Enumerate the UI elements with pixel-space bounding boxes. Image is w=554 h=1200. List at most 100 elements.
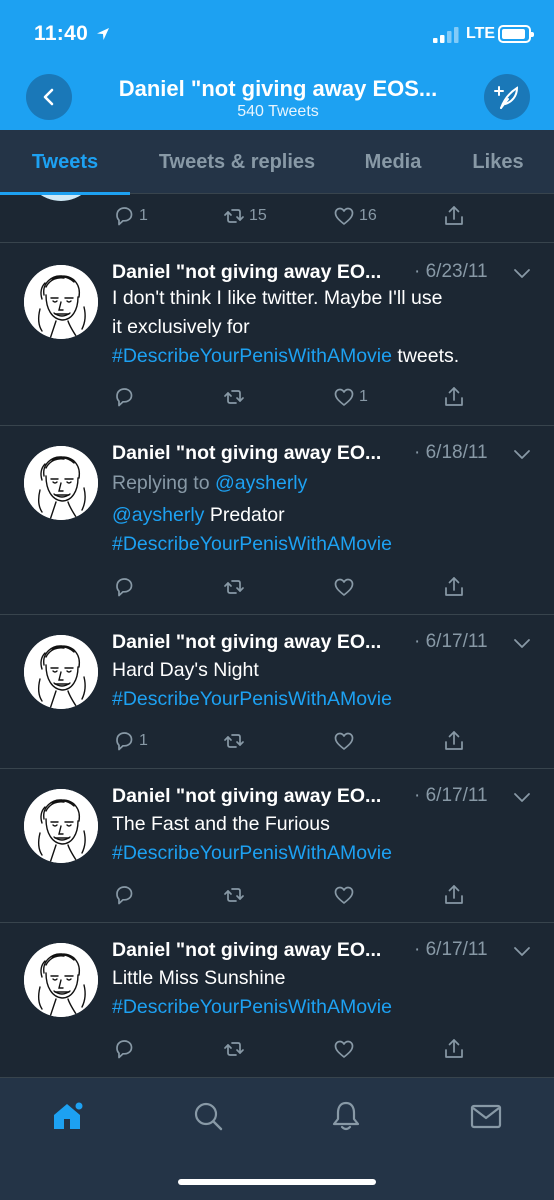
reply-icon <box>112 1037 136 1061</box>
share-icon <box>442 729 466 753</box>
tweet-date: · 6/23/11 <box>414 261 488 282</box>
reply-count: 1 <box>139 732 148 749</box>
share-button[interactable] <box>442 203 466 229</box>
reply-button[interactable] <box>112 1036 139 1062</box>
tweet-item[interactable]: Daniel "not giving away EO... · 6/18/11 … <box>0 426 554 615</box>
nav-notifications[interactable] <box>326 1096 366 1136</box>
tweet-text-body: The Fast and the Furious <box>112 813 330 835</box>
like-button[interactable] <box>332 1036 359 1062</box>
hashtag-link[interactable]: #DescribeYourPenisWithAMovie <box>112 345 392 367</box>
share-button[interactable] <box>442 728 466 754</box>
retweet-icon <box>222 1037 246 1061</box>
back-button[interactable] <box>26 74 72 120</box>
retweet-icon <box>222 204 246 228</box>
chevron-down-icon[interactable] <box>512 637 532 651</box>
avatar[interactable] <box>24 195 98 201</box>
retweet-button[interactable] <box>222 574 249 600</box>
share-icon <box>442 204 466 228</box>
tweet-item[interactable]: Daniel "not giving away EO... · 6/23/11 … <box>0 243 554 426</box>
reply-button[interactable] <box>112 384 139 410</box>
reply-icon <box>112 883 136 907</box>
retweet-button[interactable] <box>222 1036 249 1062</box>
chevron-down-icon[interactable] <box>512 945 532 959</box>
tab-media[interactable]: Media <box>350 130 436 194</box>
reply-button[interactable]: 1 <box>112 203 148 229</box>
share-icon <box>442 883 466 907</box>
avatar[interactable] <box>24 635 98 709</box>
tweet-item-partial[interactable]: 1 15 16 <box>0 195 554 243</box>
reply-button[interactable]: 1 <box>112 728 148 754</box>
tweet-text-tail: tweets. <box>392 345 460 367</box>
tab-tweets-and-replies[interactable]: Tweets & replies <box>140 130 334 194</box>
home-icon <box>54 1100 85 1129</box>
like-button[interactable]: 1 <box>332 384 368 410</box>
tweet-author-name[interactable]: Daniel "not giving away EO... <box>112 631 381 654</box>
like-button[interactable] <box>332 882 359 908</box>
like-button[interactable] <box>332 574 359 600</box>
avatar[interactable] <box>24 446 98 520</box>
avatar[interactable] <box>24 789 98 863</box>
share-icon <box>442 575 466 599</box>
profile-name-title: Daniel "not giving away EOS... <box>118 76 438 101</box>
tweet-author-name[interactable]: Daniel "not giving away EO... <box>112 442 381 465</box>
tweet-author-name[interactable]: Daniel "not giving away EO... <box>112 939 381 962</box>
retweet-button[interactable] <box>222 728 249 754</box>
retweet-button[interactable] <box>222 882 249 908</box>
tab-tweets[interactable]: Tweets <box>0 130 130 195</box>
tweet-text-body: Hard Day's Night <box>112 659 259 681</box>
tweet-text-body: Predator <box>204 504 285 526</box>
avatar[interactable] <box>24 265 98 339</box>
like-button[interactable] <box>332 728 359 754</box>
reply-icon <box>112 204 136 228</box>
messages-envelope-icon <box>470 1104 502 1129</box>
retweet-icon <box>222 385 246 409</box>
heart-icon <box>332 575 356 599</box>
tweet-item[interactable]: Daniel "not giving away EO... · 6/17/11 … <box>0 923 554 1077</box>
tweet-item[interactable]: Daniel "not giving away EO... · 6/17/11 … <box>0 769 554 923</box>
share-button[interactable] <box>442 882 466 908</box>
share-button[interactable] <box>442 574 466 600</box>
share-button[interactable] <box>442 1036 466 1062</box>
reply-count: 1 <box>139 207 148 224</box>
nav-messages[interactable] <box>466 1096 506 1136</box>
retweet-button[interactable]: 15 <box>222 203 267 229</box>
nav-search[interactable] <box>188 1096 228 1136</box>
tab-likes[interactable]: Likes <box>460 130 536 194</box>
like-count: 16 <box>359 207 377 224</box>
compose-tweet-button[interactable] <box>484 74 530 120</box>
tweet-text-line: I don't think I like twitter. Maybe I'll… <box>112 287 443 309</box>
mention-link[interactable]: @aysherly <box>112 504 204 526</box>
reply-button[interactable] <box>112 882 139 908</box>
home-indicator[interactable] <box>178 1179 376 1185</box>
tweet-author-name[interactable]: Daniel "not giving away EO... <box>112 261 381 284</box>
like-button[interactable]: 16 <box>332 203 377 229</box>
nav-home[interactable] <box>48 1096 88 1136</box>
profile-header: 11:40 LTE Daniel "not giving away EOS...… <box>0 0 554 130</box>
mention-link[interactable]: @aysherly <box>215 472 307 494</box>
chevron-down-icon[interactable] <box>512 267 532 281</box>
tweet-text: Little Miss Sunshine #DescribeYourPenisW… <box>112 964 532 1022</box>
tweet-date: · 6/17/11 <box>414 785 488 806</box>
chevron-down-icon[interactable] <box>512 791 532 805</box>
reply-button[interactable] <box>112 574 139 600</box>
share-button[interactable] <box>442 384 466 410</box>
retweet-icon <box>222 575 246 599</box>
tweet-actions <box>0 882 554 908</box>
avatar[interactable] <box>24 943 98 1017</box>
tweet-author-name[interactable]: Daniel "not giving away EO... <box>112 785 381 808</box>
retweet-icon <box>222 729 246 753</box>
share-icon <box>442 1037 466 1061</box>
hashtag-link[interactable]: #DescribeYourPenisWithAMovie <box>112 996 392 1018</box>
location-arrow-icon <box>97 28 109 40</box>
tweet-text: Hard Day's Night #DescribeYourPenisWithA… <box>112 656 532 714</box>
retweet-button[interactable] <box>222 384 249 410</box>
chevron-down-icon[interactable] <box>512 448 532 462</box>
status-bar: 11:40 LTE <box>0 0 554 64</box>
tweet-actions <box>0 1036 554 1062</box>
tweet-item[interactable]: Daniel "not giving away EO... · 6/17/11 … <box>0 615 554 769</box>
hashtag-link[interactable]: #DescribeYourPenisWithAMovie <box>112 842 392 864</box>
hashtag-link[interactable]: #DescribeYourPenisWithAMovie <box>112 688 392 710</box>
chevron-left-icon <box>43 88 54 106</box>
tweet-timeline[interactable]: 1 15 16 Daniel "not giving away EO... · … <box>0 195 554 1077</box>
hashtag-link[interactable]: #DescribeYourPenisWithAMovie <box>112 533 392 555</box>
